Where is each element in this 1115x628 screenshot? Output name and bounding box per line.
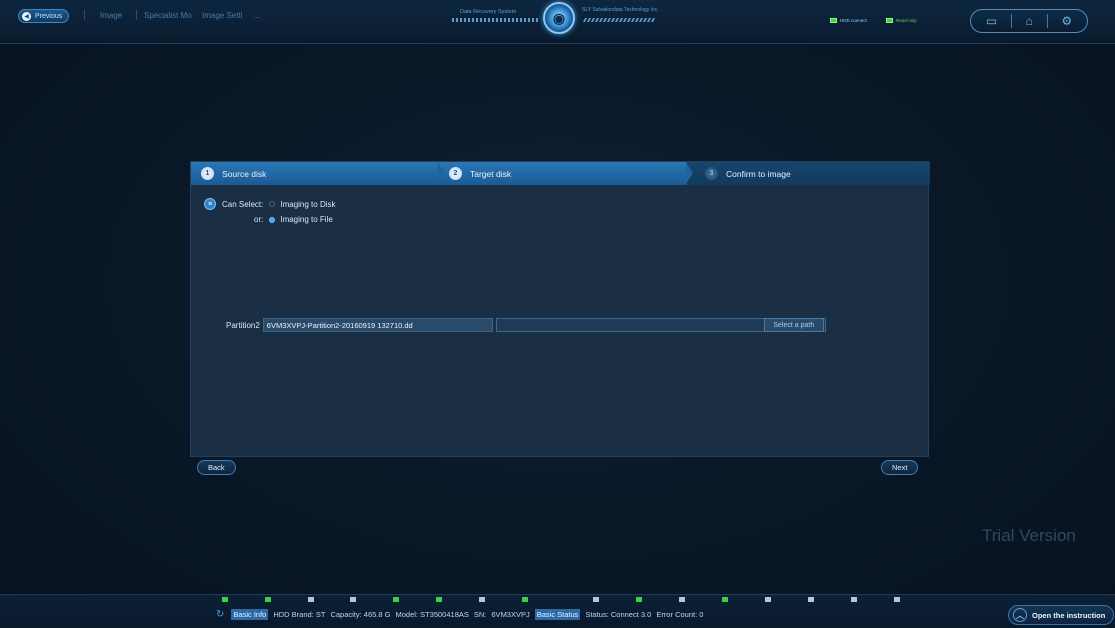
step-confirm-to-image[interactable]: 3 Confirm to image	[687, 162, 930, 185]
or-row: or: Imaging to File	[254, 215, 333, 224]
home-icon[interactable]: ⌂	[1026, 14, 1033, 28]
option-imaging-to-file[interactable]: Imaging to File	[269, 215, 333, 224]
next-button[interactable]: Next	[881, 460, 919, 475]
led-icon	[479, 597, 485, 602]
basic-info-tag[interactable]: Basic Info	[231, 609, 269, 620]
breadcrumb-image[interactable]: Image	[100, 11, 122, 20]
hdd-connect-indicator: HDD connect	[830, 18, 867, 23]
previous-button[interactable]: ◀ Previous	[18, 9, 70, 23]
capacity: Capacity: 465.8 G	[330, 610, 391, 619]
app-title: Data Recovery System	[460, 9, 517, 15]
previous-label: Previous	[35, 12, 63, 20]
decor-ticks	[582, 18, 658, 22]
led-icon	[522, 597, 528, 602]
decor-ticks	[452, 18, 538, 22]
divider	[1046, 14, 1048, 28]
led-icon	[851, 597, 857, 602]
led-icon	[886, 18, 893, 23]
led-icon	[222, 597, 228, 602]
led-icon	[393, 597, 399, 602]
trial-version-watermark: Trial Version	[982, 526, 1076, 545]
breadcrumb-image-settings[interactable]: Image Setti	[202, 11, 242, 20]
divider	[1010, 14, 1012, 28]
sn-value: 6VM3XVPJ	[491, 610, 530, 619]
back-arrow-icon: ◀	[22, 11, 31, 21]
option-label: Imaging to File	[280, 215, 333, 224]
led-icon	[350, 597, 356, 602]
can-select-label: Can Select:	[222, 199, 264, 209]
monitor-icon[interactable]: ▭	[986, 14, 997, 28]
status-bar: ↻ Basic Info HDD Brand: ST Capacity: 465…	[0, 594, 1115, 628]
step-source-disk[interactable]: 1 Source disk	[191, 162, 445, 185]
led-icon	[436, 597, 442, 602]
breadcrumb-specialist-mode[interactable]: Specialist Mo	[144, 11, 192, 20]
refresh-icon[interactable]: ↻	[216, 609, 224, 620]
step-number: 3	[705, 167, 718, 180]
top-icon-group: ▭ ⌂ ⚙	[970, 9, 1088, 33]
chevron-right-icon	[686, 162, 693, 184]
open-instruction-label: Open the instruction	[1032, 610, 1106, 620]
radio-button-selected[interactable]	[269, 216, 276, 223]
chevron-up-icon: ︿	[1013, 608, 1027, 622]
radio-button[interactable]	[269, 201, 276, 207]
led-icon	[308, 597, 314, 602]
top-bar: ◀ Previous Image Specialist Mo Image Set…	[0, 0, 1115, 44]
wizard-steps: 1 Source disk 2 Target disk 3 Confirm to…	[191, 162, 930, 185]
partition-row: Partition2 6VM3XVPJ-Partition2-20160919 …	[226, 318, 826, 332]
hdd-connect-label: HDD connect	[840, 18, 867, 23]
step-label: Source disk	[222, 168, 267, 179]
led-icon	[679, 597, 685, 602]
image-file-name-field[interactable]: 6VM3XVPJ-Partition2-20160919 132710.dd	[262, 318, 493, 332]
back-button[interactable]: Back	[197, 460, 236, 475]
option-label: Imaging to Disk	[280, 199, 336, 209]
step-label: Target disk	[470, 168, 512, 179]
open-instruction-button[interactable]: ︿ Open the instruction	[1008, 605, 1114, 625]
list-icon: ≡	[204, 198, 216, 210]
connection-status: Status: Connect 3.0	[585, 610, 652, 619]
divider	[84, 10, 85, 20]
app-logo-icon: ◉	[543, 2, 575, 34]
divider	[136, 10, 137, 20]
led-icon	[593, 597, 599, 602]
led-icon	[636, 597, 642, 602]
step-number: 2	[449, 167, 462, 180]
model: Model: ST3500418AS	[395, 610, 469, 619]
led-icon	[722, 597, 728, 602]
port-led-strip	[222, 597, 902, 602]
step-target-disk[interactable]: 2 Target disk	[439, 162, 693, 185]
can-select-row: ≡ Can Select: Imaging to Disk	[204, 198, 336, 210]
imaging-wizard-panel: 1 Source disk 2 Target disk 3 Confirm to…	[190, 161, 930, 457]
partition-label: Partition2	[226, 320, 260, 330]
sn-label: SN:	[473, 610, 487, 619]
led-icon	[830, 18, 837, 23]
led-icon	[765, 597, 771, 602]
led-icon	[894, 597, 900, 602]
step-label: Confirm to image	[726, 168, 791, 179]
gear-icon[interactable]: ⚙	[1061, 14, 1072, 28]
step-number: 1	[201, 167, 214, 180]
led-icon	[808, 597, 814, 602]
read-only-indicator: Read-only	[886, 18, 917, 23]
select-path-button[interactable]: Select a path	[763, 318, 824, 332]
hdd-brand: HDD Brand: ST	[273, 610, 326, 619]
breadcrumb-more: ...	[253, 11, 260, 20]
error-count: Error Count: 0	[656, 610, 704, 619]
company-name: SLY Salvationdata Technology Inc.	[582, 7, 659, 13]
option-imaging-to-disk[interactable]: Imaging to Disk	[269, 199, 336, 209]
or-label: or:	[254, 215, 264, 224]
basic-status-tag[interactable]: Basic Status	[534, 609, 581, 620]
disk-info-line: ↻ Basic Info HDD Brand: ST Capacity: 465…	[216, 609, 703, 620]
read-only-label: Read-only	[896, 18, 917, 23]
chevron-right-icon	[438, 162, 445, 184]
led-icon	[265, 597, 271, 602]
